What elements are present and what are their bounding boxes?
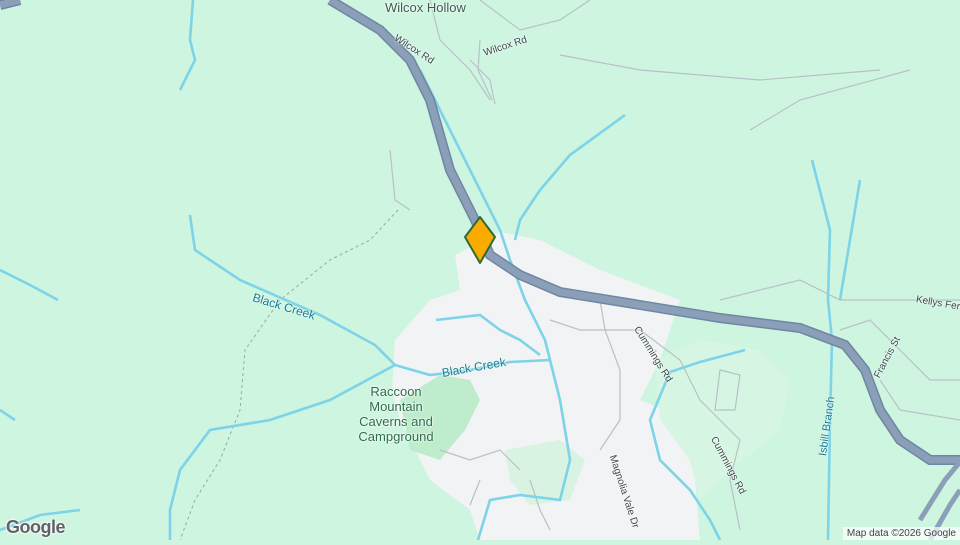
place-label-wilcox-hollow: Wilcox Hollow bbox=[385, 0, 466, 15]
google-logo: Google bbox=[6, 517, 66, 537]
poi-label-raccoon-mountain[interactable]: Raccoon Mountain Caverns and Campground bbox=[352, 384, 440, 444]
trail bbox=[179, 209, 399, 541]
map-attribution[interactable]: Map data ©2026 Google bbox=[842, 527, 960, 540]
map-canvas[interactable]: Wilcox Hollow Wilcox Rd Wilcox Rd Black … bbox=[0, 0, 960, 542]
location-pin-icon[interactable] bbox=[463, 215, 497, 265]
map-base-layer bbox=[0, 0, 960, 542]
